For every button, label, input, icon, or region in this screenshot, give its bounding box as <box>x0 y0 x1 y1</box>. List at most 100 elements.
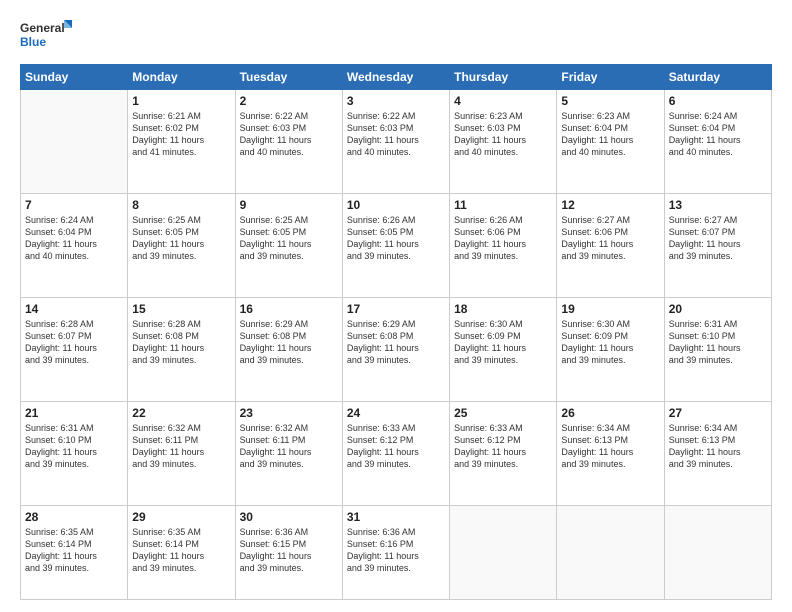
day-number: 31 <box>347 510 445 524</box>
day-number: 16 <box>240 302 338 316</box>
cell-line: Sunrise: 6:34 AM <box>669 422 767 434</box>
day-number: 15 <box>132 302 230 316</box>
cell-line: and 39 minutes. <box>347 354 445 366</box>
table-row: 5 Sunrise: 6:23 AMSunset: 6:04 PMDaylight… <box>557 90 664 194</box>
header: General Blue <box>20 18 772 54</box>
cell-line: Sunset: 6:03 PM <box>240 122 338 134</box>
cell-line: and 39 minutes. <box>240 354 338 366</box>
cell-line: Sunset: 6:08 PM <box>347 330 445 342</box>
cell-line: Sunrise: 6:33 AM <box>347 422 445 434</box>
cell-line: Sunset: 6:04 PM <box>561 122 659 134</box>
cell-line: Daylight: 11 hours <box>561 134 659 146</box>
col-header-wednesday: Wednesday <box>342 65 449 90</box>
day-number: 19 <box>561 302 659 316</box>
day-number: 21 <box>25 406 123 420</box>
cell-line: Daylight: 11 hours <box>669 134 767 146</box>
day-number: 1 <box>132 94 230 108</box>
table-row: 25Sunrise: 6:33 AMSunset: 6:12 PMDayligh… <box>450 401 557 505</box>
day-number: 18 <box>454 302 552 316</box>
cell-line: Sunset: 6:14 PM <box>132 538 230 550</box>
cell-line: and 39 minutes. <box>240 250 338 262</box>
cell-line: and 41 minutes. <box>132 146 230 158</box>
cell-line: Sunset: 6:08 PM <box>132 330 230 342</box>
cell-line: Sunset: 6:04 PM <box>669 122 767 134</box>
cell-line: Sunset: 6:14 PM <box>25 538 123 550</box>
cell-line: and 39 minutes. <box>561 250 659 262</box>
cell-line: Daylight: 11 hours <box>669 238 767 250</box>
table-row: 23Sunrise: 6:32 AMSunset: 6:11 PMDayligh… <box>235 401 342 505</box>
cell-line: Daylight: 11 hours <box>240 238 338 250</box>
cell-line: Daylight: 11 hours <box>454 238 552 250</box>
cell-line: and 40 minutes. <box>240 146 338 158</box>
cell-line: Sunset: 6:06 PM <box>454 226 552 238</box>
cell-line: Sunset: 6:10 PM <box>669 330 767 342</box>
cell-line: Daylight: 11 hours <box>347 342 445 354</box>
table-row: 31Sunrise: 6:36 AMSunset: 6:16 PMDayligh… <box>342 505 449 599</box>
day-number: 25 <box>454 406 552 420</box>
table-row: 21Sunrise: 6:31 AMSunset: 6:10 PMDayligh… <box>21 401 128 505</box>
cell-line: Sunset: 6:09 PM <box>454 330 552 342</box>
day-number: 23 <box>240 406 338 420</box>
cell-line: and 40 minutes. <box>25 250 123 262</box>
cell-line: Sunset: 6:03 PM <box>347 122 445 134</box>
cell-line: Sunrise: 6:27 AM <box>561 214 659 226</box>
day-number: 17 <box>347 302 445 316</box>
cell-line: Sunrise: 6:35 AM <box>25 526 123 538</box>
cell-line: Sunset: 6:12 PM <box>347 434 445 446</box>
cell-line: Sunset: 6:13 PM <box>669 434 767 446</box>
cell-line: and 39 minutes. <box>240 458 338 470</box>
table-row: 10Sunrise: 6:26 AMSunset: 6:05 PMDayligh… <box>342 193 449 297</box>
cell-line: Sunrise: 6:34 AM <box>561 422 659 434</box>
cell-line: and 40 minutes. <box>347 146 445 158</box>
logo: General Blue <box>20 18 72 54</box>
table-row: 17Sunrise: 6:29 AMSunset: 6:08 PMDayligh… <box>342 297 449 401</box>
day-number: 3 <box>347 94 445 108</box>
cell-line: Sunset: 6:16 PM <box>347 538 445 550</box>
cell-line: and 39 minutes. <box>25 562 123 574</box>
cell-line: and 39 minutes. <box>347 250 445 262</box>
cell-line: Daylight: 11 hours <box>132 446 230 458</box>
cell-line: and 39 minutes. <box>132 250 230 262</box>
table-row: 15Sunrise: 6:28 AMSunset: 6:08 PMDayligh… <box>128 297 235 401</box>
table-row: 27Sunrise: 6:34 AMSunset: 6:13 PMDayligh… <box>664 401 771 505</box>
col-header-tuesday: Tuesday <box>235 65 342 90</box>
day-number: 11 <box>454 198 552 212</box>
day-number: 22 <box>132 406 230 420</box>
cell-line: and 39 minutes. <box>347 458 445 470</box>
cell-line: and 40 minutes. <box>669 146 767 158</box>
day-number: 9 <box>240 198 338 212</box>
cell-line: Sunrise: 6:35 AM <box>132 526 230 538</box>
table-row: 24Sunrise: 6:33 AMSunset: 6:12 PMDayligh… <box>342 401 449 505</box>
cell-line: Sunrise: 6:24 AM <box>669 110 767 122</box>
table-row <box>450 505 557 599</box>
cell-line: Sunrise: 6:23 AM <box>561 110 659 122</box>
table-row: 6Sunrise: 6:24 AMSunset: 6:04 PMDaylight… <box>664 90 771 194</box>
cell-line: Sunset: 6:05 PM <box>240 226 338 238</box>
cell-line: and 39 minutes. <box>25 354 123 366</box>
cell-line: Daylight: 11 hours <box>561 446 659 458</box>
cell-line: and 39 minutes. <box>25 458 123 470</box>
day-number: 7 <box>25 198 123 212</box>
cell-line: Sunrise: 6:22 AM <box>240 110 338 122</box>
table-row: 18Sunrise: 6:30 AMSunset: 6:09 PMDayligh… <box>450 297 557 401</box>
cell-line: and 39 minutes. <box>561 458 659 470</box>
cell-line: Sunrise: 6:36 AM <box>347 526 445 538</box>
day-number: 5 <box>561 94 659 108</box>
svg-text:General: General <box>20 21 65 35</box>
table-row: 30Sunrise: 6:36 AMSunset: 6:15 PMDayligh… <box>235 505 342 599</box>
cell-line: and 39 minutes. <box>132 354 230 366</box>
cell-line: Daylight: 11 hours <box>132 134 230 146</box>
cell-line: Sunset: 6:02 PM <box>132 122 230 134</box>
table-row: 8Sunrise: 6:25 AMSunset: 6:05 PMDaylight… <box>128 193 235 297</box>
cell-line: and 39 minutes. <box>132 458 230 470</box>
cell-line: Sunset: 6:11 PM <box>240 434 338 446</box>
cell-line: Sunset: 6:05 PM <box>347 226 445 238</box>
cell-line: and 39 minutes. <box>454 354 552 366</box>
table-row <box>664 505 771 599</box>
table-row: 12Sunrise: 6:27 AMSunset: 6:06 PMDayligh… <box>557 193 664 297</box>
col-header-sunday: Sunday <box>21 65 128 90</box>
table-row: 1Sunrise: 6:21 AMSunset: 6:02 PMDaylight… <box>128 90 235 194</box>
table-row: 20Sunrise: 6:31 AMSunset: 6:10 PMDayligh… <box>664 297 771 401</box>
day-number: 30 <box>240 510 338 524</box>
table-row: 2Sunrise: 6:22 AMSunset: 6:03 PMDaylight… <box>235 90 342 194</box>
